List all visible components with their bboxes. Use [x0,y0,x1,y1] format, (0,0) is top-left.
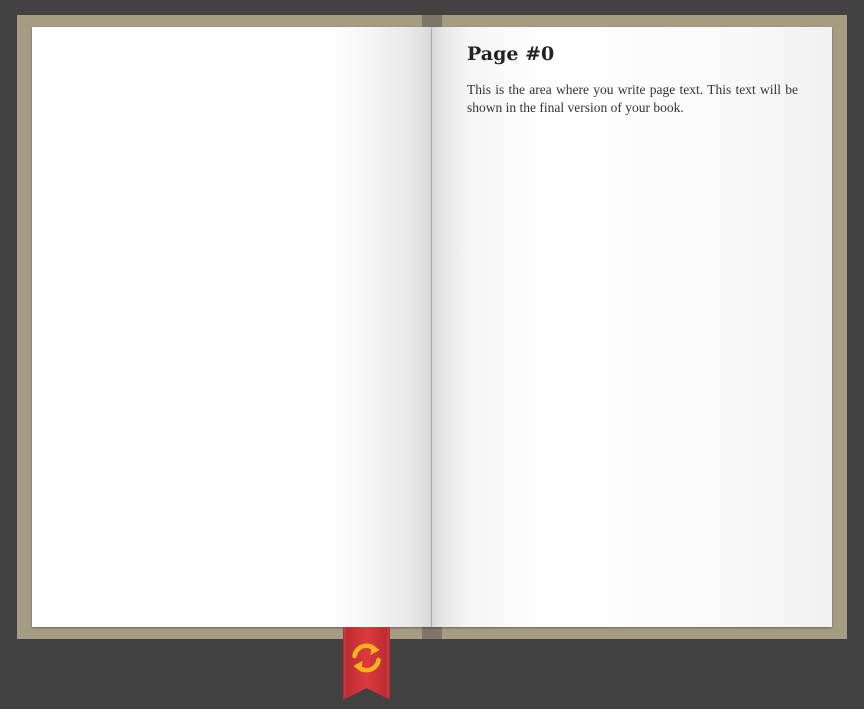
bookmark-ribbon-button[interactable] [343,627,390,700]
bookmark-ribbon [343,627,390,700]
left-page [32,27,432,627]
page-title: Page #0 [467,43,555,65]
page-text[interactable]: This is the area where you write page te… [467,81,798,117]
right-page[interactable]: Page #0 This is the area where you write… [432,27,832,627]
